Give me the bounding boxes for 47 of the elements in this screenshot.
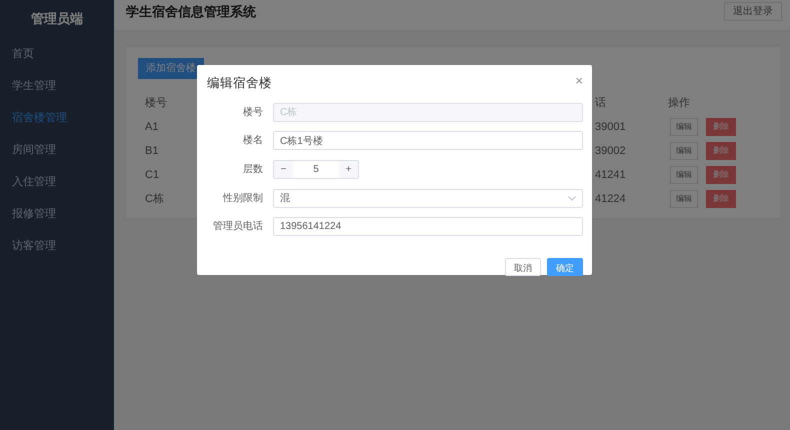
- decrement-button[interactable]: −: [274, 160, 293, 178]
- page-title: 学生宿舍信息管理系统: [126, 4, 256, 20]
- column-header: 话: [595, 96, 606, 111]
- table-cell-text: 41224: [595, 192, 626, 207]
- table-cell-text: 41241: [595, 168, 626, 183]
- edit-button[interactable]: 编辑: [670, 118, 698, 136]
- input-field[interactable]: 13956141224: [273, 217, 583, 236]
- field-label: 管理员电话: [212, 220, 263, 234]
- sidebar-item[interactable]: 访客管理: [0, 230, 114, 262]
- sidebar-item[interactable]: 首页: [0, 38, 114, 70]
- select-field[interactable]: 混: [273, 188, 583, 208]
- table-cell-text: C栋: [145, 192, 164, 207]
- table-cell-text: A1: [145, 120, 158, 135]
- sidebar-item[interactable]: 报修管理: [0, 198, 114, 230]
- edit-button[interactable]: 编辑: [670, 142, 698, 160]
- dialog-title: 编辑宿舍楼: [207, 75, 272, 92]
- table-cell-text: 39002: [595, 144, 626, 159]
- sidebar-item[interactable]: 学生管理: [0, 70, 114, 102]
- cancel-button[interactable]: 取消: [505, 258, 541, 276]
- increment-button[interactable]: +: [339, 160, 358, 178]
- column-header: 操作: [668, 96, 690, 111]
- sidebar-item[interactable]: 入住管理: [0, 166, 114, 198]
- confirm-button[interactable]: 确定: [547, 258, 583, 276]
- sidebar-title: 管理员端: [30, 10, 84, 28]
- input-field[interactable]: C栋1号楼: [273, 131, 583, 150]
- select-value: 混: [280, 192, 290, 206]
- delete-button[interactable]: 删除: [706, 142, 736, 160]
- sidebar-item[interactable]: 房间管理: [0, 134, 114, 166]
- sidebar-item[interactable]: 宿舍楼管理: [0, 102, 114, 134]
- logout-button[interactable]: 退出登录: [724, 2, 782, 21]
- add-button[interactable]: 添加宿舍楼: [138, 58, 204, 79]
- close-button[interactable]: ×: [575, 73, 583, 87]
- column-header: 楼号: [145, 96, 167, 111]
- table-cell-text: B1: [145, 144, 158, 159]
- field-label: 楼名: [242, 134, 263, 148]
- field-label: 层数: [242, 162, 263, 177]
- field-label: 性别限制: [222, 192, 263, 206]
- number-stepper[interactable]: − 5 +: [273, 160, 359, 179]
- table-cell-text: C1: [145, 168, 160, 183]
- delete-button[interactable]: 删除: [706, 166, 736, 184]
- chevron-down-icon: [568, 196, 576, 201]
- delete-button[interactable]: 删除: [706, 118, 736, 136]
- edit-button[interactable]: 编辑: [670, 190, 698, 208]
- table-cell-text: 39001: [595, 120, 626, 135]
- field-label: 楼号: [242, 106, 263, 120]
- edit-button[interactable]: 编辑: [670, 166, 698, 184]
- delete-button[interactable]: 删除: [706, 190, 736, 208]
